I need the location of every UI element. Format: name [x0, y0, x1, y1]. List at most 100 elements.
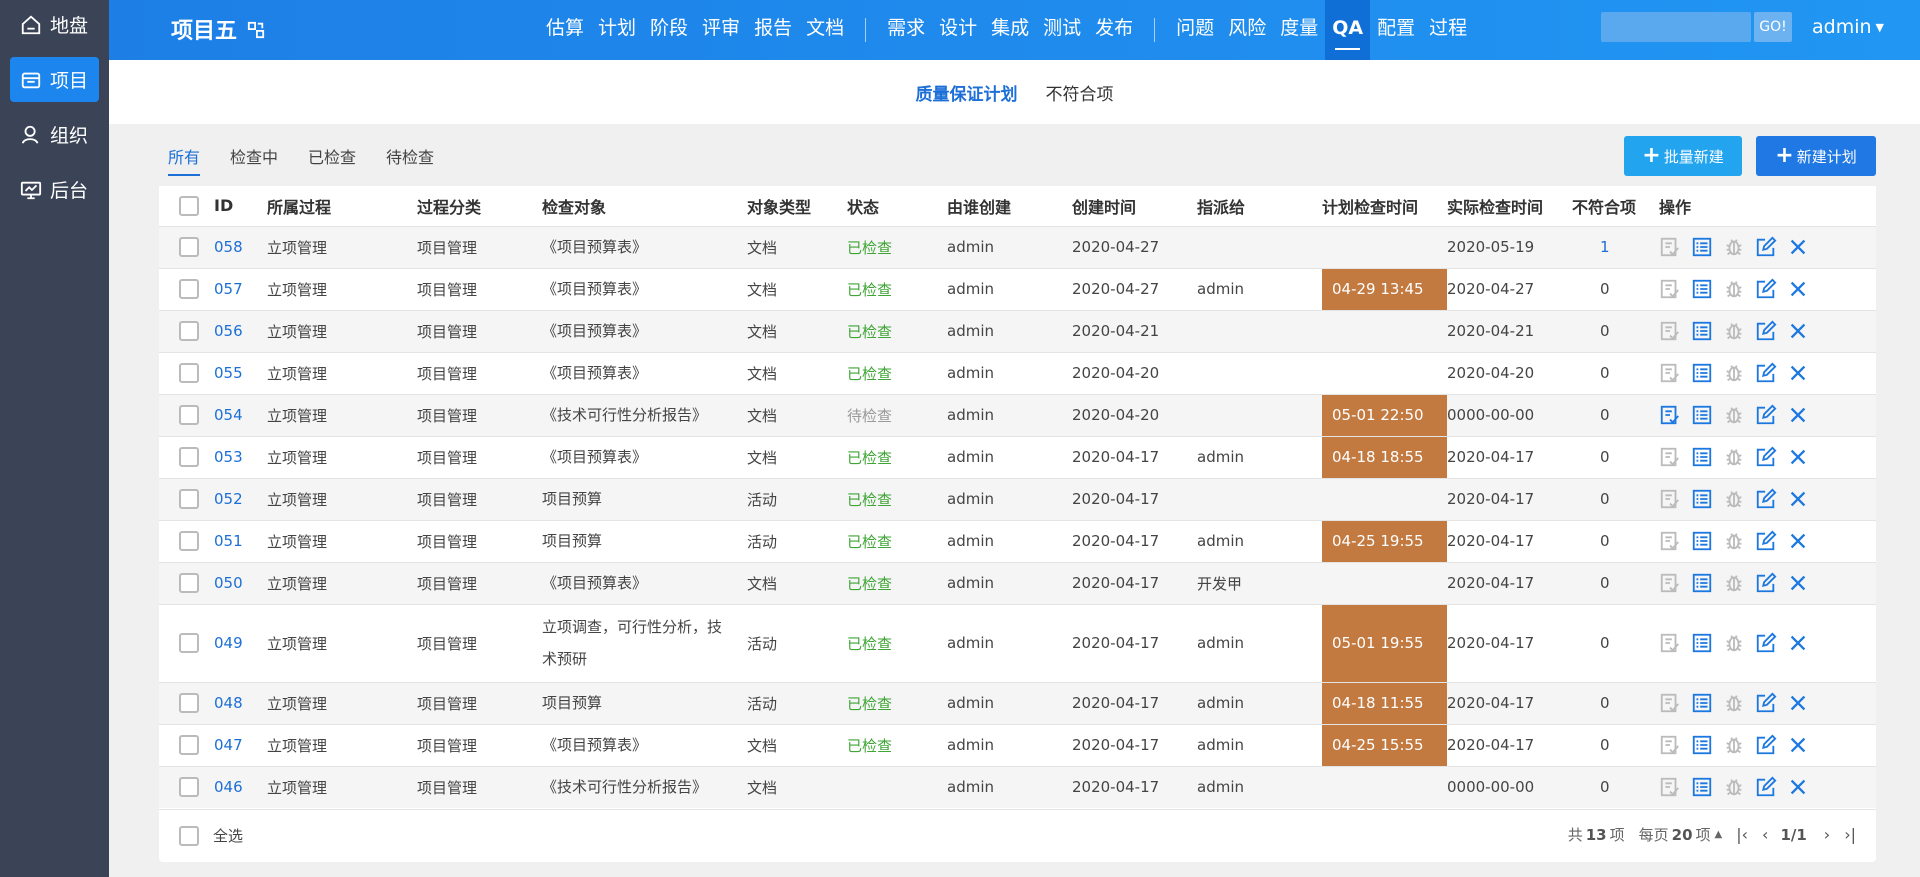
bug-icon[interactable]	[1723, 776, 1745, 798]
delete-icon[interactable]	[1787, 530, 1809, 552]
nav-item[interactable]: 风险	[1221, 0, 1273, 60]
bug-icon[interactable]	[1723, 404, 1745, 426]
new-plan-button[interactable]: + 新建计划	[1756, 136, 1876, 176]
delete-icon[interactable]	[1787, 236, 1809, 258]
plan-id-link[interactable]: 058	[214, 238, 243, 256]
plan-id-link[interactable]: 051	[214, 532, 243, 550]
nav-item[interactable]: 发布	[1088, 0, 1140, 60]
edit-icon[interactable]	[1755, 632, 1777, 654]
list-icon[interactable]	[1691, 278, 1713, 300]
column-header[interactable]: 创建时间	[1072, 186, 1197, 226]
bug-icon[interactable]	[1723, 692, 1745, 714]
edit-icon[interactable]	[1755, 692, 1777, 714]
edit-icon[interactable]	[1755, 572, 1777, 594]
edit-icon[interactable]	[1755, 776, 1777, 798]
plan-id-link[interactable]: 049	[214, 634, 243, 652]
edit-icon[interactable]	[1755, 530, 1777, 552]
row-checkbox[interactable]	[179, 279, 199, 299]
column-header[interactable]: 状态	[847, 186, 947, 226]
bug-icon[interactable]	[1723, 278, 1745, 300]
bug-icon[interactable]	[1723, 320, 1745, 342]
subnav-tab[interactable]: 质量保证计划	[916, 80, 1018, 105]
list-icon[interactable]	[1691, 320, 1713, 342]
table-row[interactable]: 046 立项管理 项目管理 《技术可行性分析报告》 文档 admin 2020-04-17 a…	[159, 765, 1876, 808]
plan-id-link[interactable]: 047	[214, 736, 243, 754]
cell-nc[interactable]: 1	[1572, 225, 1659, 268]
nav-item[interactable]: 设计	[932, 0, 984, 60]
delete-icon[interactable]	[1787, 404, 1809, 426]
delete-icon[interactable]	[1787, 488, 1809, 510]
edit-icon[interactable]	[1755, 404, 1777, 426]
bug-icon[interactable]	[1723, 236, 1745, 258]
table-row[interactable]: 048 立项管理 项目管理 项目预算 活动 已检查 admin 2020-04-17 admin…	[159, 681, 1876, 724]
list-icon[interactable]	[1691, 236, 1713, 258]
nav-item[interactable]: 过程	[1422, 0, 1474, 60]
table-row[interactable]: 051 立项管理 项目管理 项目预算 活动 已检查 admin 2020-04-17 admin…	[159, 519, 1876, 562]
header-checkbox[interactable]	[179, 196, 199, 216]
column-header[interactable]: 指派给	[1197, 186, 1322, 226]
bug-icon[interactable]	[1723, 632, 1745, 654]
nav-item[interactable]: 计划	[591, 0, 643, 60]
delete-icon[interactable]	[1787, 734, 1809, 756]
column-header[interactable]: 对象类型	[747, 186, 847, 226]
delete-icon[interactable]	[1787, 278, 1809, 300]
row-checkbox[interactable]	[179, 633, 199, 653]
select-all-checkbox[interactable]	[179, 825, 199, 846]
table-row[interactable]: 050 立项管理 项目管理 《项目预算表》 文档 已检查 admin 2020-04-17 开发…	[159, 561, 1876, 604]
table-row[interactable]: 052 立项管理 项目管理 项目预算 活动 已检查 admin 2020-04-17 2020-…	[159, 477, 1876, 520]
column-header[interactable]: 实际检查时间	[1447, 186, 1572, 226]
bug-icon[interactable]	[1723, 362, 1745, 384]
plan-id-link[interactable]: 055	[214, 364, 243, 382]
row-checkbox[interactable]	[179, 693, 199, 713]
edit-icon[interactable]	[1755, 320, 1777, 342]
check-document-icon[interactable]	[1659, 572, 1681, 594]
nav-item[interactable]: 需求	[880, 0, 932, 60]
edit-icon[interactable]	[1755, 362, 1777, 384]
nav-item[interactable]: 评审	[695, 0, 747, 60]
list-icon[interactable]	[1691, 488, 1713, 510]
column-header[interactable]: 操作	[1659, 186, 1876, 226]
delete-icon[interactable]	[1787, 692, 1809, 714]
plan-id-link[interactable]: 048	[214, 694, 243, 712]
bug-icon[interactable]	[1723, 446, 1745, 468]
switch-project-icon[interactable]	[247, 20, 265, 39]
edit-icon[interactable]	[1755, 734, 1777, 756]
table-row[interactable]: 055 立项管理 项目管理 《项目预算表》 文档 已检查 admin 2020-04-20 20…	[159, 351, 1876, 394]
check-document-icon[interactable]	[1659, 530, 1681, 552]
subnav-tab[interactable]: 不符合项	[1046, 80, 1114, 105]
filter-tab[interactable]: 待检查	[386, 144, 434, 176]
row-checkbox[interactable]	[179, 531, 199, 551]
check-document-icon[interactable]	[1659, 362, 1681, 384]
row-checkbox[interactable]	[179, 447, 199, 467]
list-icon[interactable]	[1691, 632, 1713, 654]
delete-icon[interactable]	[1787, 632, 1809, 654]
delete-icon[interactable]	[1787, 776, 1809, 798]
nav-item[interactable]: 度量	[1273, 0, 1325, 60]
nav-item[interactable]: 集成	[984, 0, 1036, 60]
last-page-icon[interactable]: ›|	[1844, 825, 1856, 844]
bug-icon[interactable]	[1723, 572, 1745, 594]
list-icon[interactable]	[1691, 734, 1713, 756]
row-checkbox[interactable]	[179, 777, 199, 798]
column-header[interactable]: 计划检查时间	[1322, 186, 1447, 226]
nav-item[interactable]: 问题	[1169, 0, 1221, 60]
check-document-icon[interactable]	[1659, 692, 1681, 714]
bug-icon[interactable]	[1723, 530, 1745, 552]
plan-id-link[interactable]: 052	[214, 490, 243, 508]
edit-icon[interactable]	[1755, 236, 1777, 258]
nav-item[interactable]: 估算	[539, 0, 591, 60]
check-document-icon[interactable]	[1659, 446, 1681, 468]
plan-id-link[interactable]: 050	[214, 574, 243, 592]
row-checkbox[interactable]	[179, 573, 199, 593]
check-document-icon[interactable]	[1659, 734, 1681, 756]
list-icon[interactable]	[1691, 692, 1713, 714]
filter-tab[interactable]: 检查中	[230, 144, 278, 176]
delete-icon[interactable]	[1787, 572, 1809, 594]
table-row[interactable]: 049 立项管理 项目管理 立项调查，可行性分析，技术预研 活动 已检查 admin 2020…	[159, 603, 1876, 682]
plan-id-link[interactable]: 053	[214, 448, 243, 466]
table-row[interactable]: 053 立项管理 项目管理 《项目预算表》 文档 已检查 admin 2020-04-17 ad…	[159, 435, 1876, 478]
check-document-icon[interactable]	[1659, 278, 1681, 300]
nav-item[interactable]: 配置	[1370, 0, 1422, 60]
user-menu[interactable]: admin ▼	[1812, 16, 1884, 38]
bug-icon[interactable]	[1723, 734, 1745, 756]
